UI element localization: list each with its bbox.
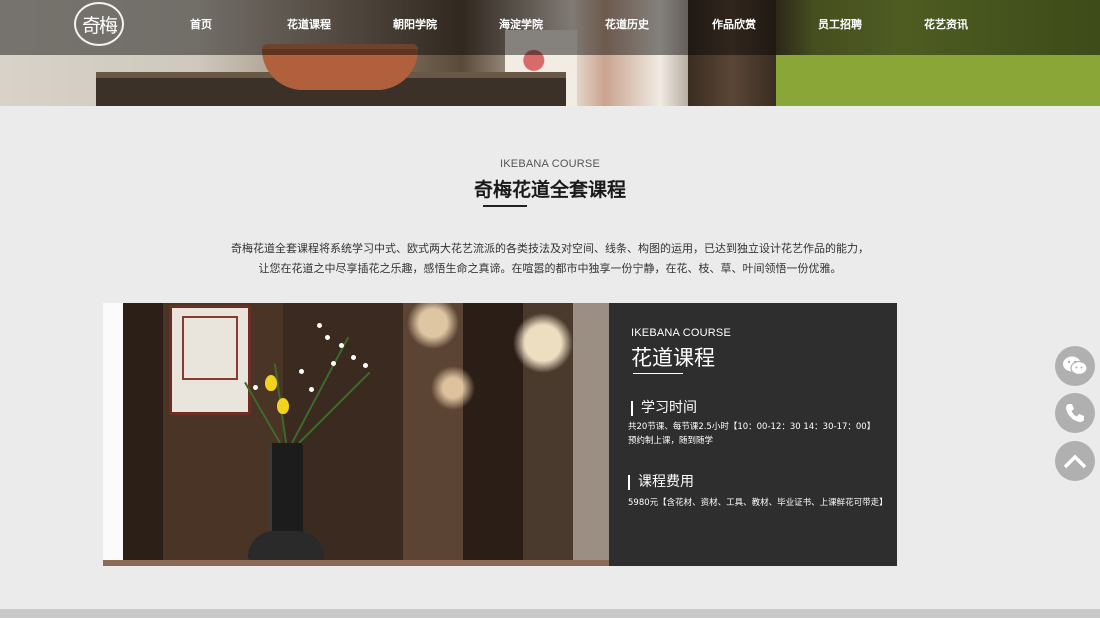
- study-time-heading: 学习时间: [631, 401, 697, 416]
- course-title: 花道课程: [631, 346, 715, 370]
- back-to-top-button[interactable]: [1055, 441, 1095, 481]
- section-title: 奇梅花道全套课程: [473, 179, 626, 201]
- fee-heading: 课程费用: [628, 475, 694, 490]
- photo-ledge: [103, 560, 609, 566]
- phone-icon: [1066, 404, 1084, 422]
- wechat-icon: [1063, 356, 1088, 376]
- study-time-line-2: 预约制上课，随到随学: [628, 436, 714, 446]
- nav-gallery[interactable]: 作品欣赏: [712, 16, 756, 32]
- tulip-bud: [277, 398, 289, 414]
- intro-line-2: 让您在花道之中尽享插花之乐趣，感悟生命之真谛。在喧嚣的都市中独享一份宁静，在花、…: [258, 262, 842, 275]
- section-divider: [483, 205, 527, 207]
- course-photo: [103, 303, 609, 566]
- nav-chaoyang-academy[interactable]: 朝阳学院: [393, 16, 437, 32]
- phone-button[interactable]: [1055, 393, 1095, 433]
- wechat-button[interactable]: [1055, 346, 1095, 386]
- nav-home[interactable]: 首页: [190, 16, 212, 32]
- intro-line-1: 奇梅花道全套课程将系统学习中式、欧式两大花艺流派的各类技法及对空间、线条、构图的…: [231, 242, 869, 255]
- back-to-top-icon: [1063, 454, 1087, 469]
- nav-news[interactable]: 花艺资讯: [924, 16, 968, 32]
- nav-careers[interactable]: 员工招聘: [818, 16, 862, 32]
- course-subtitle: IKEBANA COURSE: [631, 327, 731, 339]
- footer-strip: [0, 609, 1100, 618]
- nav-haidian-academy[interactable]: 海淀学院: [499, 16, 543, 32]
- study-time-line-1: 共20节课、每节课2.5小时【10：00-12：30 14：30-17：00】: [628, 422, 876, 432]
- hero-lawn: [776, 55, 1100, 106]
- main-nav: 首页 花道课程 朝阳学院 海淀学院 花道历史 作品欣赏 员工招聘 花艺资讯: [0, 0, 1100, 48]
- nav-courses[interactable]: 花道课程: [287, 16, 331, 32]
- photo-wall-frame: [169, 305, 251, 415]
- intro-paragraph: 奇梅花道全套课程将系统学习中式、欧式两大花艺流派的各类技法及对空间、线条、构图的…: [150, 239, 950, 279]
- section-subtitle: IKEBANA COURSE: [500, 158, 600, 170]
- vase-base: [248, 531, 324, 561]
- nav-history[interactable]: 花道历史: [605, 16, 649, 32]
- course-info-panel: IKEBANA COURSE 花道课程 学习时间 共20节课、每节课2.5小时【…: [609, 303, 897, 566]
- course-divider: [633, 373, 683, 374]
- fee-line-1: 5980元【含花材、资材、工具、教材、毕业证书、上课鲜花可带走】: [628, 498, 888, 508]
- bamboo-vase: [269, 443, 303, 543]
- tulip-bud: [265, 375, 277, 391]
